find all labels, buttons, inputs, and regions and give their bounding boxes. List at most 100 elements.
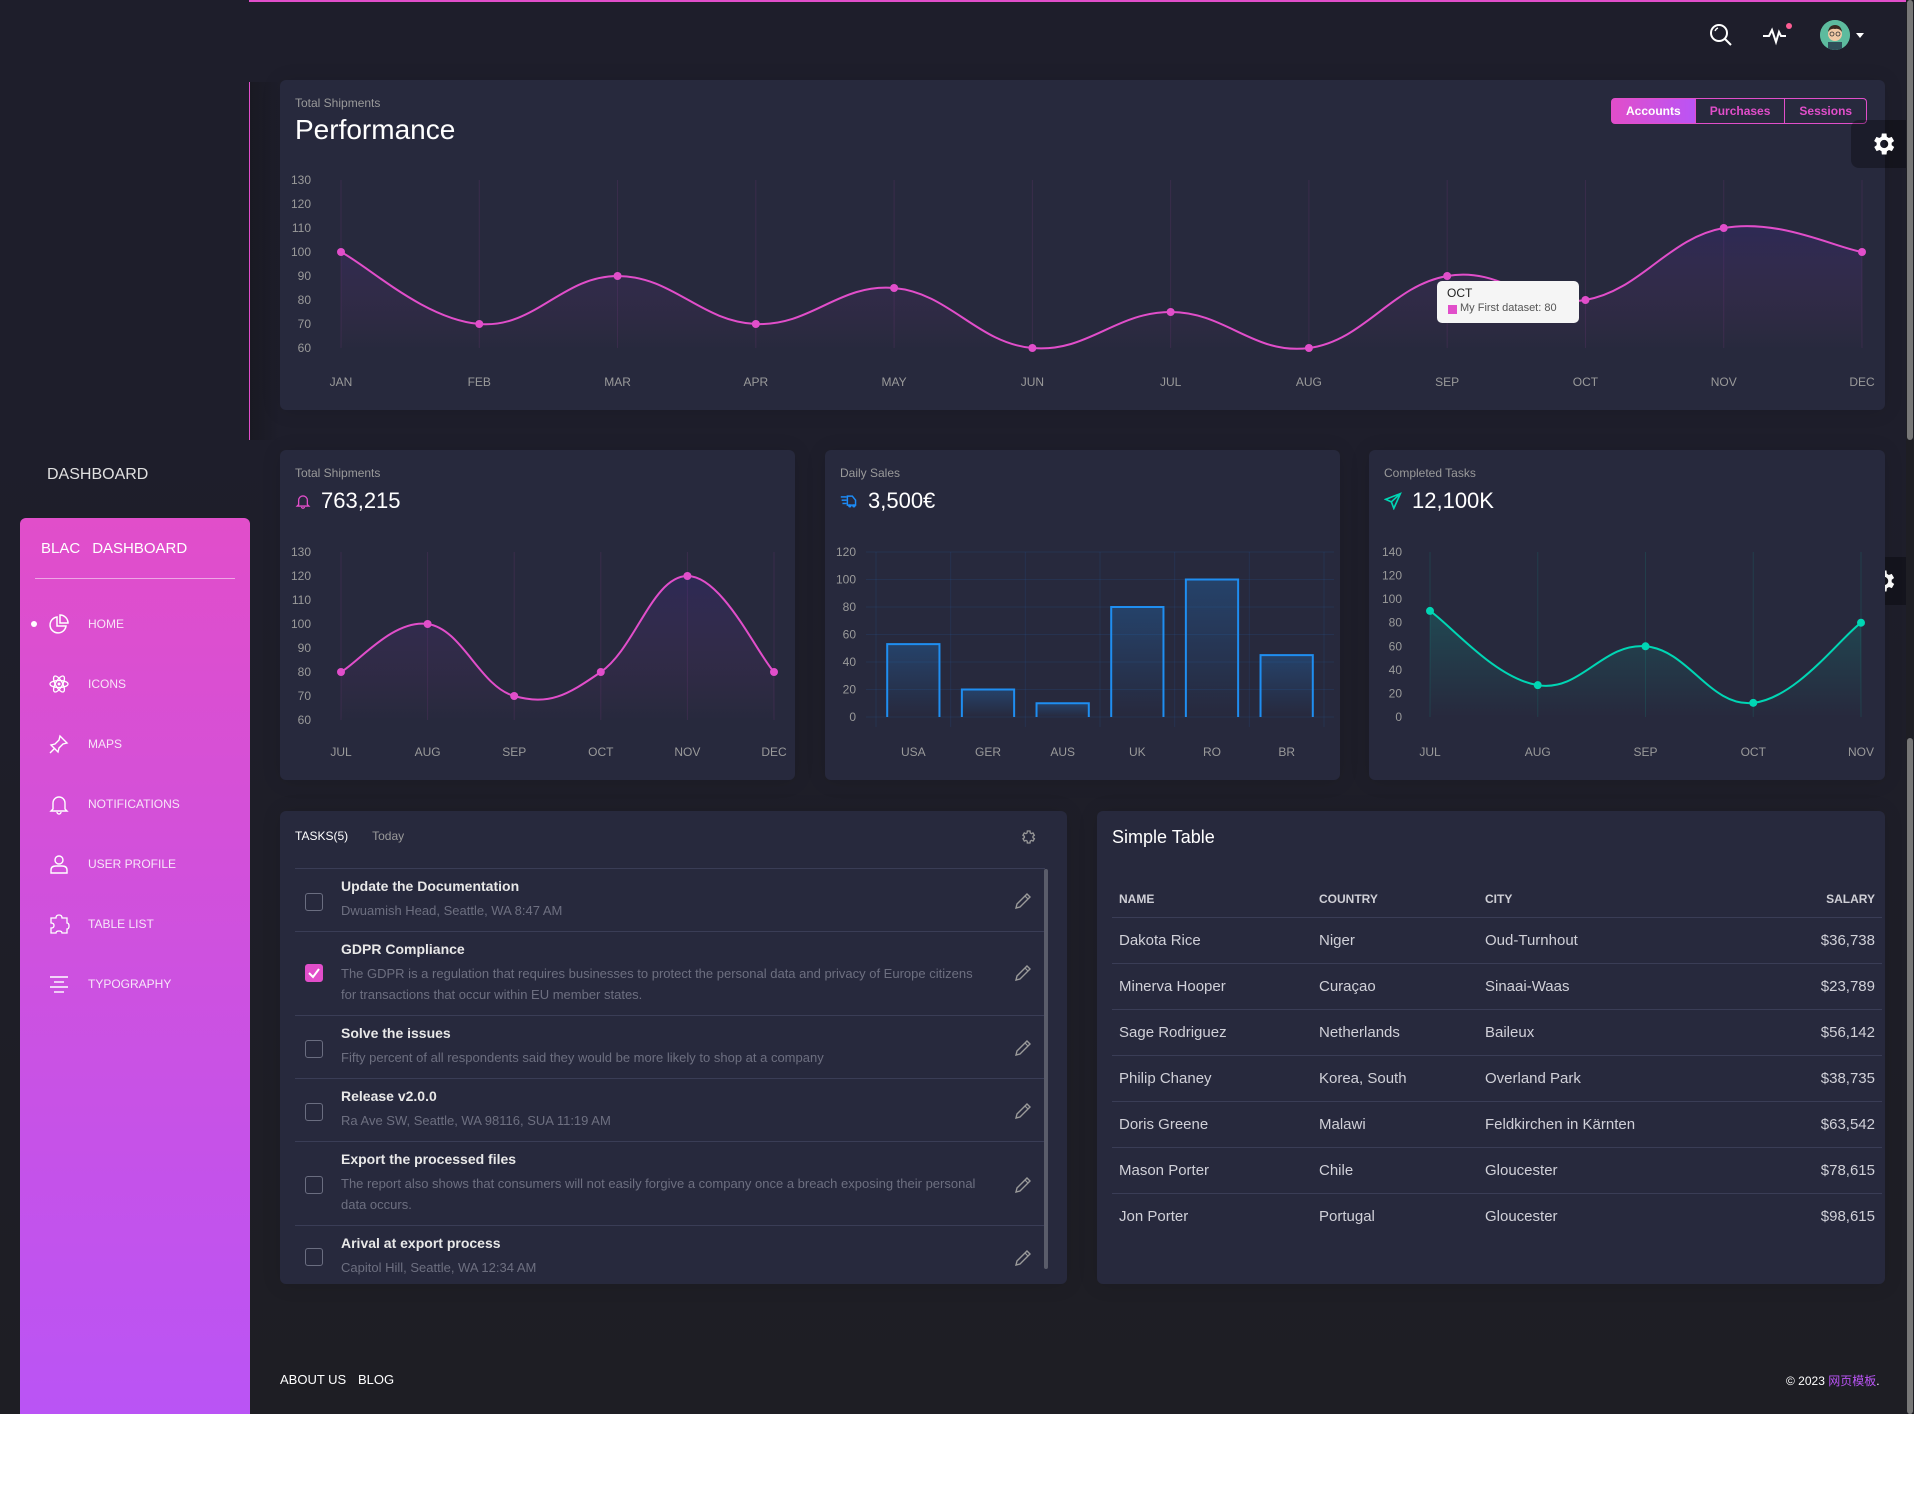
task-checkbox[interactable] xyxy=(305,1103,323,1121)
data-point-dec[interactable] xyxy=(770,668,778,676)
task-title: GDPR Compliance xyxy=(341,941,465,957)
table-row: Sage Rodriguez Netherlands Baileux $56,142 xyxy=(1112,1009,1882,1055)
table-row: Doris Greene Malawi Feldkirchen in Kärnten… xyxy=(1112,1101,1882,1147)
tooltip-swatch xyxy=(1448,305,1457,314)
data-point-jul[interactable] xyxy=(1166,308,1175,316)
daily-sales-card: Daily Sales 3,500€ 0 20 40 60 80 100 120 USA GER… xyxy=(825,450,1340,780)
sidebar-item-label: MAPS xyxy=(88,737,123,751)
data-point-mar[interactable] xyxy=(613,272,622,280)
sidebar-item-maps[interactable]: MAPS xyxy=(20,724,250,764)
y-tick-label: 120 xyxy=(836,545,856,559)
y-tick-label: 120 xyxy=(1382,569,1402,583)
page-scrollbar-thumb[interactable] xyxy=(1907,0,1913,440)
copyright-link[interactable]: 网页模板 xyxy=(1828,1374,1876,1388)
task-title: Release v2.0.0 xyxy=(341,1088,437,1104)
data-point-aug[interactable] xyxy=(1304,344,1313,352)
sidebar-logo[interactable]: BLAC DASHBOARD xyxy=(41,540,187,557)
sidebar-item-notifications[interactable]: NOTIFICATIONS xyxy=(20,784,250,824)
y-tick-label: 0 xyxy=(1395,710,1402,724)
pencil-icon[interactable] xyxy=(1013,1038,1033,1058)
tooltip-title: OCT xyxy=(1447,286,1473,300)
data-point-may[interactable] xyxy=(890,284,899,292)
table-row: Philip Chaney Korea, South Overland Park $3… xyxy=(1112,1055,1882,1101)
data-point-jul[interactable] xyxy=(1426,606,1434,615)
puzzle-icon xyxy=(50,914,70,934)
data-point-apr[interactable] xyxy=(751,320,760,328)
cell-city: Oud-Turnhout xyxy=(1485,932,1578,949)
data-point-jun[interactable] xyxy=(1028,344,1037,352)
sidebar-item-table-list[interactable]: TABLE LIST xyxy=(20,904,250,944)
cell-salary: $36,738 xyxy=(1820,932,1875,949)
data-point-oct[interactable] xyxy=(596,668,605,676)
data-point-oct[interactable] xyxy=(1581,296,1590,304)
x-tick-label: SEP xyxy=(1435,375,1459,389)
avatar-image xyxy=(1820,20,1850,50)
task-item: Export the processed files The report al… xyxy=(295,1141,1045,1225)
y-tick-label: 40 xyxy=(843,655,857,669)
caret-down-icon[interactable] xyxy=(1856,33,1864,38)
settings-gear-icon[interactable] xyxy=(1020,829,1036,845)
sidebar-item-icons[interactable]: ICONS xyxy=(20,664,250,704)
column-header-city[interactable]: CITY xyxy=(1485,892,1735,906)
task-checkbox[interactable] xyxy=(305,1176,323,1194)
series-area xyxy=(341,576,774,720)
active-indicator xyxy=(31,621,37,627)
pencil-icon[interactable] xyxy=(1013,1101,1033,1121)
series-area xyxy=(341,226,1862,349)
footer-link-blog[interactable]: BLOG xyxy=(358,1372,394,1387)
x-tick-label: OCT xyxy=(588,745,614,759)
x-tick-label: SEP xyxy=(502,745,526,759)
data-point-feb[interactable] xyxy=(475,320,484,328)
data-point-dec[interactable] xyxy=(1858,248,1866,256)
footer-link-about-us[interactable]: ABOUT US xyxy=(280,1372,346,1387)
data-point-jul[interactable] xyxy=(337,668,345,676)
task-checkbox[interactable] xyxy=(305,893,323,911)
tasks-header: TASKS(5) Today xyxy=(295,829,404,843)
performance-chart: 60 70 80 90 100 110 120 130 JAN FEB MAR APR MAY JUN JU… xyxy=(291,173,1875,389)
tasks-scrollbar[interactable] xyxy=(1044,869,1048,1269)
pencil-icon[interactable] xyxy=(1013,1248,1033,1268)
data-point-nov[interactable] xyxy=(1719,224,1728,232)
sidebar-item-typography[interactable]: TYPOGRAPHY xyxy=(20,964,250,1004)
sidebar-item-user-profile[interactable]: USER PROFILE xyxy=(20,844,250,884)
data-point-oct[interactable] xyxy=(1749,698,1758,707)
task-checkbox[interactable] xyxy=(305,964,323,982)
data-point-sep[interactable] xyxy=(1443,272,1452,280)
column-header-salary[interactable]: SALARY xyxy=(1735,892,1875,906)
data-point-sep[interactable] xyxy=(510,692,519,700)
settings-plugin-button[interactable] xyxy=(1851,120,1914,168)
x-tick-label: MAY xyxy=(882,375,907,389)
y-tick-label: 80 xyxy=(1389,616,1403,630)
pencil-icon[interactable] xyxy=(1013,963,1033,983)
task-description: Fifty percent of all respondents said th… xyxy=(341,1050,824,1065)
task-title: Arival at export process xyxy=(341,1235,501,1251)
cell-country: Malawi xyxy=(1319,1116,1366,1133)
panel-shadow xyxy=(250,82,280,440)
y-tick-label: 110 xyxy=(292,221,311,235)
y-tick-label: 60 xyxy=(843,628,857,642)
x-tick-label: NOV xyxy=(1711,375,1737,389)
cell-salary: $23,789 xyxy=(1820,978,1875,995)
data-point-jan[interactable] xyxy=(337,248,345,256)
search-icon[interactable] xyxy=(1708,22,1734,48)
sidebar-item-label: TABLE LIST xyxy=(88,917,154,931)
avatar[interactable] xyxy=(1820,20,1850,50)
task-checkbox[interactable] xyxy=(305,1040,323,1058)
task-description: Ra Ave SW, Seattle, WA 98116, SUA 11:19 … xyxy=(341,1113,611,1128)
y-tick-label: 0 xyxy=(849,710,856,724)
pencil-icon[interactable] xyxy=(1013,891,1033,911)
data-point-nov[interactable] xyxy=(1857,618,1865,627)
cell-salary: $63,542 xyxy=(1820,1116,1875,1133)
column-header-name[interactable]: NAME xyxy=(1112,892,1319,906)
data-point-aug[interactable] xyxy=(1533,681,1542,690)
page-scrollbar-thumb-lower[interactable] xyxy=(1907,738,1913,1414)
data-point-sep[interactable] xyxy=(1641,642,1650,651)
data-point-nov[interactable] xyxy=(683,572,692,580)
pencil-icon[interactable] xyxy=(1013,1175,1033,1195)
column-header-country[interactable]: COUNTRY xyxy=(1319,892,1485,906)
task-checkbox[interactable] xyxy=(305,1248,323,1266)
data-point-aug[interactable] xyxy=(423,620,432,628)
y-tick-label: 130 xyxy=(291,173,311,187)
sidebar-item-home[interactable]: HOME xyxy=(20,604,250,644)
simple-table-card: Simple Table NAME COUNTRY CITY SALARY Da… xyxy=(1097,811,1885,1284)
